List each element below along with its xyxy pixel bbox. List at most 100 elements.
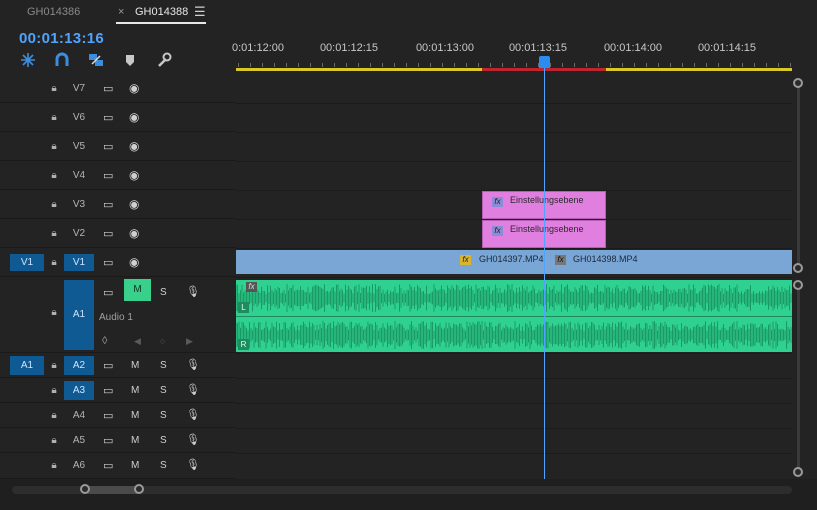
track-target-a2[interactable]: A2 [64,356,94,375]
sync-lock-film-icon[interactable]: ▭ [103,384,113,397]
track-name[interactable]: A6 [64,460,94,471]
mic-icon[interactable]: 🎙︎ [186,358,200,371]
solo-button[interactable]: S [160,360,167,371]
video-vscroll-top-handle[interactable] [793,78,803,88]
solo-button[interactable]: S [160,385,167,396]
add-keyframe-icon[interactable]: ○ [160,336,165,346]
close-tab-icon[interactable]: × [118,6,124,18]
lock-icon[interactable]: 🔒︎ [48,199,60,210]
sync-lock-film-icon[interactable]: ▭ [103,459,113,472]
sync-lock-film-icon[interactable]: ▭ [103,82,113,95]
track-name[interactable]: V2 [64,228,94,239]
solo-button[interactable]: S [160,460,167,471]
mute-button[interactable]: M [131,435,139,446]
wrench-icon[interactable] [156,52,172,68]
solo-button[interactable]: S [160,287,167,298]
prev-keyframe-icon[interactable]: ◀ [134,336,141,347]
clip-label-gh014397[interactable]: GH014397.MP4 [479,254,544,264]
mute-button[interactable]: M [131,385,139,396]
next-keyframe-icon[interactable]: ▶ [186,336,193,347]
track-name[interactable]: V4 [64,170,94,181]
track-target-a3[interactable]: A3 [64,381,94,400]
hscroll-left-handle[interactable] [80,484,90,494]
sync-lock-film-icon[interactable]: ▭ [103,256,113,269]
video-vscroll-bottom-handle[interactable] [793,263,803,273]
mute-button[interactable]: M [131,360,139,371]
lock-icon[interactable]: 🔒︎ [48,257,60,268]
sync-lock-film-icon[interactable]: ▭ [103,169,113,182]
mic-icon[interactable]: 🎙︎ [186,458,200,471]
eye-icon[interactable]: ◉ [129,110,139,124]
mic-icon[interactable]: 🎙︎ [186,383,200,396]
sync-lock-film-icon[interactable]: ▭ [103,434,113,447]
solo-button[interactable]: S [160,410,167,421]
sync-lock-film-icon[interactable]: ▭ [103,140,113,153]
sync-lock-film-icon[interactable]: ▭ [103,227,113,240]
track-label-audio-1[interactable]: Audio 1 [99,312,133,323]
volume-keyframe-icon[interactable]: ◊ [102,335,107,347]
track-name[interactable]: A4 [64,410,94,421]
mute-button[interactable]: M [131,410,139,421]
playhead-handle[interactable] [539,56,550,68]
tab-sequence-gh014386[interactable]: GH014386 [27,6,80,18]
mic-icon[interactable]: 🎙︎ [186,408,200,421]
sync-lock-film-icon[interactable]: ▭ [103,111,113,124]
time-ruler[interactable]: 0:01:12:00 00:01:12:15 00:01:13:00 00:01… [232,27,792,74]
track-name[interactable]: A5 [64,435,94,446]
mic-icon[interactable]: 🎙︎ [186,433,200,446]
lock-icon[interactable]: 🔒︎ [48,141,60,152]
timeline-tracks[interactable]: fx Einstellungsebene fx Einstellungseben… [236,74,792,479]
linked-selection-icon[interactable] [88,52,104,68]
snap-icon[interactable] [20,52,36,68]
track-name[interactable]: V3 [64,199,94,210]
solo-button[interactable]: S [160,435,167,446]
track-header-a4: 🔒︎ A4 ▭ M S 🎙︎ [0,403,236,428]
track-name[interactable]: V7 [64,83,94,94]
track-target-a1[interactable]: A1 [64,280,94,350]
eye-icon[interactable]: ◉ [129,81,139,95]
track-target-v1[interactable]: V1 [64,254,94,271]
lock-icon[interactable]: 🔒︎ [48,435,60,446]
audio-vscroll-bottom-handle[interactable] [793,467,803,477]
mute-button[interactable]: M [131,460,139,471]
lock-icon[interactable]: 🔒︎ [48,170,60,181]
eye-icon[interactable]: ◉ [129,139,139,153]
sync-lock-film-icon[interactable]: ▭ [103,359,113,372]
playhead-timecode[interactable]: 00:01:13:16 [19,30,104,47]
lock-icon[interactable]: 🔒︎ [48,410,60,421]
clip-label-gh014398[interactable]: GH014398.MP4 [573,254,638,264]
track-header-a2: A1 🔒︎ A2 ▭ M S 🎙︎ [0,353,236,378]
lock-icon[interactable]: 🔒︎ [48,385,60,396]
lock-icon[interactable]: 🔒︎ [48,360,60,371]
source-patch-v1[interactable]: V1 [10,254,44,271]
eye-icon[interactable]: ◉ [129,168,139,182]
video-clip-v1[interactable]: fx GH014397.MP4 fx GH014398.MP4 [236,250,792,274]
track-name[interactable]: V6 [64,112,94,123]
mic-icon[interactable]: 🎙︎ [186,285,200,298]
eye-icon[interactable]: ◉ [129,226,139,240]
track-name[interactable]: V5 [64,141,94,152]
source-patch-a1[interactable]: A1 [10,356,44,375]
tab-menu-icon[interactable]: ☰ [194,4,206,20]
eye-icon[interactable]: ◉ [129,197,139,211]
video-vscroll-track[interactable] [797,84,800,268]
audio-clip-a1[interactable]: fx L R [236,280,792,352]
playhead-line[interactable] [544,68,545,482]
lock-icon[interactable]: 🔒︎ [48,112,60,123]
hscroll-right-handle[interactable] [134,484,144,494]
magnet-icon[interactable] [54,52,70,68]
tab-sequence-gh014388[interactable]: GH014388 [135,6,188,18]
sync-lock-film-icon[interactable]: ▭ [103,286,113,299]
audio-vscroll-track[interactable] [797,286,800,472]
lock-icon[interactable]: 🔒︎ [48,307,60,318]
sync-lock-film-icon[interactable]: ▭ [103,409,113,422]
hscroll-thumb[interactable] [85,486,141,494]
lock-icon[interactable]: 🔒︎ [48,228,60,239]
eye-icon[interactable]: ◉ [129,255,139,269]
marker-icon[interactable] [122,52,138,68]
lock-icon[interactable]: 🔒︎ [48,460,60,471]
audio-vscroll-top-handle[interactable] [793,280,803,290]
sync-lock-film-icon[interactable]: ▭ [103,198,113,211]
mute-button-active[interactable]: M [124,279,151,301]
lock-icon[interactable]: 🔒︎ [48,83,60,94]
